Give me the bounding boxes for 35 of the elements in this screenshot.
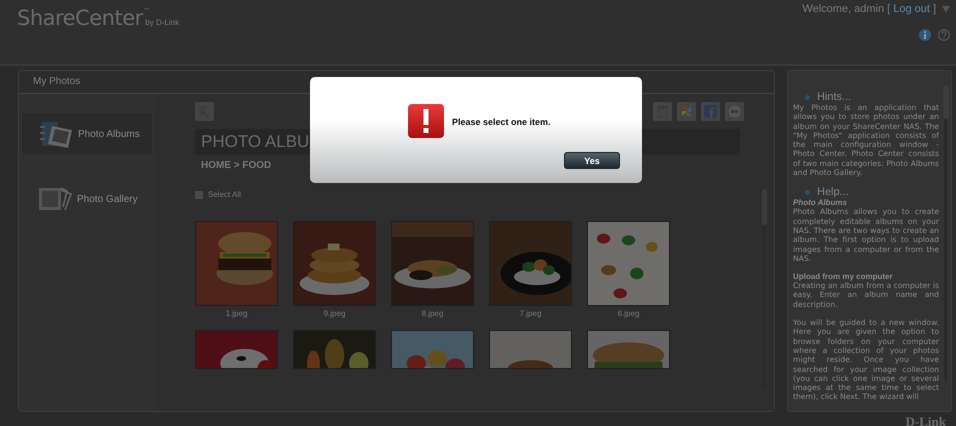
- photo-caption: 1.jpeg: [226, 309, 248, 318]
- warning-icon: [408, 104, 444, 140]
- yes-button[interactable]: Yes: [564, 152, 620, 169]
- flickr-button[interactable]: [725, 102, 744, 121]
- section-title: Hints...: [817, 91, 852, 103]
- photo-caption: 9.jpeg: [324, 309, 346, 318]
- flickr-icon: [728, 105, 741, 118]
- section-title: Help...: [817, 186, 849, 198]
- help-subtitle: Photo Albums: [793, 198, 848, 208]
- info-icon[interactable]: [919, 29, 931, 41]
- photo-stack-icon: [39, 186, 73, 212]
- dlink-logo: D-Link: [906, 414, 946, 426]
- bullet-icon: [805, 94, 810, 100]
- select-all-label[interactable]: Select All: [208, 190, 241, 199]
- help-heading: Upload from my computer: [793, 272, 894, 282]
- dialog-message: Please select one item.: [452, 117, 551, 127]
- help-icon[interactable]: [938, 29, 950, 41]
- facebook-icon: [704, 105, 717, 118]
- facebook-button[interactable]: [701, 102, 720, 121]
- photo-album-icon: [40, 120, 74, 148]
- nav-item[interactable]: Photo Gallery: [21, 178, 153, 220]
- logout-link[interactable]: Log out: [893, 3, 930, 15]
- brand-tagline: by D-Link: [145, 18, 180, 27]
- photo-caption: 7.jpeg: [520, 309, 542, 318]
- pinwheel-icon: [680, 105, 693, 118]
- photo-caption: 6.jpeg: [618, 309, 640, 318]
- caret-icon[interactable]: [942, 6, 950, 12]
- breadcrumb: HOME > FOOD: [200, 160, 272, 171]
- welcome-text: Welcome, admin [: [802, 3, 890, 15]
- bracket-text: ]: [932, 3, 936, 15]
- select-all-checkbox[interactable]: [195, 190, 203, 198]
- bullet-icon: [805, 190, 810, 195]
- pinwheel-button[interactable]: [677, 102, 696, 121]
- nav-item[interactable]: Photo Albums: [21, 112, 153, 156]
- photo-caption: 8.jpeg: [422, 309, 444, 318]
